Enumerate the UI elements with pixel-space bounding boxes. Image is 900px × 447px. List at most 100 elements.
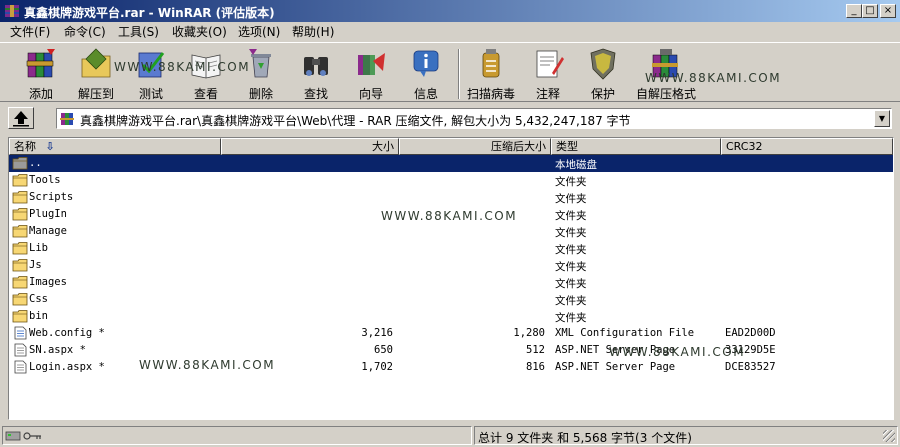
resize-grip[interactable] [883,430,895,442]
up-arrow-icon [13,111,29,127]
watermark-text: WWW.88KAMI.COM [645,71,782,85]
close-button[interactable]: × [880,4,896,18]
find-button[interactable]: 查找 [291,45,341,101]
file-name: Scripts [29,191,74,203]
title-bar[interactable]: 真鑫棋牌游戏平台.rar - WinRAR (评估版本) _ □ × [0,0,900,22]
column-header-type[interactable]: 类型 [551,138,721,155]
extract-to-label: 解压到 [77,87,114,101]
add-label: 添加 [28,87,53,101]
path-field[interactable]: 真鑫棋牌游戏平台.rar\真鑫棋牌游戏平台\Web\代理 - RAR 压缩文件,… [56,108,892,129]
file-crc: 33129D5E [725,344,776,356]
file-size: 650 [374,344,393,356]
file-type: 文件夹 [555,227,587,239]
menu-favorites[interactable]: 收藏夹(O) [168,24,231,41]
folder-icon [12,293,28,306]
table-row[interactable]: Manage 文件夹 [9,223,893,240]
status-bar: 总计 9 文件夹 和 5,568 字节(3 个文件) [0,424,900,447]
path-dropdown-button[interactable]: ▼ [874,110,890,127]
file-name: .. [29,157,42,169]
watermark-text: WWW.88KAMI.COM [381,209,518,223]
delete-label: 删除 [248,87,273,101]
file-name: Manage [29,225,67,237]
column-header-name[interactable]: 名称 ⇩ [9,138,221,155]
table-row[interactable]: Css 文件夹 [9,291,893,308]
status-summary: 总计 9 文件夹 和 5,568 字节(3 个文件) [478,431,692,445]
virus-scan-button[interactable]: 扫描病毒 [466,45,516,101]
file-packed: 816 [526,361,545,373]
file-type: 文件夹 [555,278,587,290]
file-crc: EAD2D00D [725,327,776,339]
watermark-text: WWW.88KAMI.COM [114,60,251,74]
folder-icon [12,242,28,255]
file-packed: 1,280 [513,327,545,339]
folder-icon [12,310,28,323]
column-name-label: 名称 [14,140,36,153]
menu-file[interactable]: 文件(F) [6,24,54,41]
folder-icon [12,208,28,221]
virus-scan-label: 扫描病毒 [466,87,515,101]
menu-tools[interactable]: 工具(S) [114,24,163,41]
binoculars-icon [304,57,328,76]
extract-folder-icon [81,48,111,78]
rar-archive-icon [60,113,74,125]
find-label: 查找 [303,87,328,101]
aspx-file-icon [14,343,27,357]
maximize-button[interactable]: □ [862,4,878,18]
config-file-icon [14,326,27,340]
menu-help[interactable]: 帮助(H) [288,24,338,41]
test-label: 测试 [138,87,163,101]
column-header-crc[interactable]: CRC32 [721,138,893,155]
sfx-label: 自解压格式 [635,87,696,101]
menu-commands[interactable]: 命令(C) [60,24,110,41]
file-list[interactable]: 名称 ⇩ 大小 压缩后大小 类型 CRC32 .. 本地磁盘 Tools 文件夹 Scr… [8,137,894,420]
sort-down-icon: ⇩ [45,140,55,153]
table-row[interactable]: .. 本地磁盘 [9,155,893,172]
path-bar: 真鑫棋牌游戏平台.rar\真鑫棋牌游戏平台\Web\代理 - RAR 压缩文件,… [0,104,900,132]
table-row[interactable]: Scripts 文件夹 [9,189,893,206]
file-name: Web.config * [29,327,105,339]
folder-icon [12,276,28,289]
table-row[interactable]: Js 文件夹 [9,257,893,274]
info-label: 信息 [413,87,438,101]
table-row[interactable]: Web.config * 3,216 1,280 XML Configuration … [9,325,893,342]
up-folder-button[interactable] [8,107,34,129]
file-name: Images [29,276,67,288]
table-row[interactable]: bin 文件夹 [9,308,893,325]
file-type: 文件夹 [555,193,587,205]
drive-key-icon [5,431,41,441]
virus-scan-icon [482,49,500,78]
comment-note-icon [536,50,564,78]
column-header-packed[interactable]: 压缩后大小 [399,138,551,155]
minimize-button[interactable]: _ [846,4,862,18]
menu-options[interactable]: 选项(N) [234,24,284,41]
wizard-label: 向导 [358,87,383,101]
protect-label: 保护 [590,87,615,101]
winrar-app-icon [5,5,19,17]
wizard-button[interactable]: 向导 [346,45,396,101]
file-name: Lib [29,242,48,254]
folder-up-icon [12,157,28,170]
file-name: Js [29,259,42,271]
file-type: XML Configuration File [555,327,695,339]
comment-button[interactable]: 注释 [523,45,573,101]
status-right-panel: 总计 9 文件夹 和 5,568 字节(3 个文件) [474,426,898,445]
file-type: 文件夹 [555,295,587,307]
column-header-size[interactable]: 大小 [221,138,399,155]
table-row[interactable]: Images 文件夹 [9,274,893,291]
table-row[interactable]: Lib 文件夹 [9,240,893,257]
file-packed: 512 [526,344,545,356]
protect-button[interactable]: 保护 [578,45,628,101]
table-row[interactable]: SN.aspx * 650 512 ASP.NET Server Page 33129D… [9,342,893,359]
table-row[interactable]: Tools 文件夹 [9,172,893,189]
file-type: 文件夹 [555,244,587,256]
file-type: 文件夹 [555,312,587,324]
view-label: 查看 [193,87,218,101]
file-type: ASP.NET Server Page [555,361,676,373]
folder-icon [12,174,28,187]
shield-icon [590,48,616,80]
menu-bar: 文件(F) 命令(C) 工具(S) 收藏夹(O) 选项(N) 帮助(H) [0,22,900,42]
add-button[interactable]: 添加 [16,45,66,101]
window-title: 真鑫棋牌游戏平台.rar - WinRAR (评估版本) [24,6,275,20]
info-button[interactable]: 信息 [401,45,451,101]
comment-label: 注释 [535,87,560,101]
